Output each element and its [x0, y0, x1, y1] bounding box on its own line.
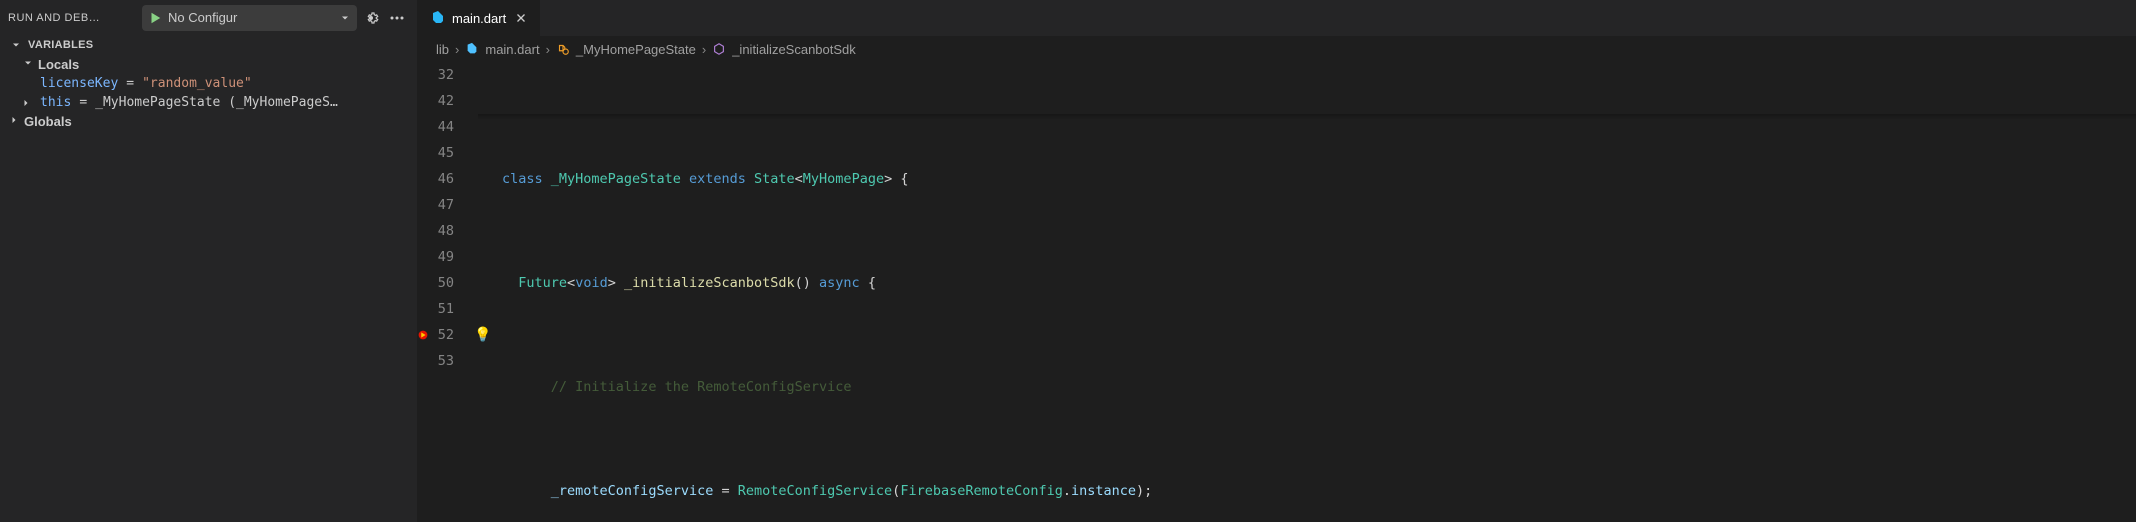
- dart-file-icon: [430, 10, 446, 26]
- variable-row[interactable]: licenseKey = "random_value": [0, 74, 417, 93]
- class-icon: [556, 42, 570, 56]
- chevron-right-icon: [8, 114, 20, 129]
- line-number: 44: [418, 114, 462, 140]
- line-number: 50: [418, 270, 462, 296]
- config-name: No Configur: [168, 10, 333, 25]
- dart-file-icon: [465, 42, 479, 56]
- variables-section-header[interactable]: VARIABLES: [0, 35, 417, 55]
- line-number: 53: [418, 348, 462, 374]
- settings-gear-button[interactable]: [359, 6, 383, 30]
- locals-label: Locals: [38, 57, 79, 72]
- var-name: licenseKey: [40, 76, 118, 91]
- breadcrumb: lib › main.dart › _MyHomePageState › _in…: [418, 36, 2136, 62]
- chevron-down-icon: [22, 57, 34, 72]
- run-debug-title: RUN AND DEB…: [8, 12, 138, 24]
- code-line: _remoteConfigService = RemoteConfigServi…: [502, 478, 2136, 504]
- breadcrumb-class[interactable]: _MyHomePageState: [556, 42, 696, 57]
- chevron-right-icon: ›: [455, 42, 459, 57]
- line-number: 51: [418, 296, 462, 322]
- code-line: // Initialize the RemoteConfigService: [502, 374, 2136, 400]
- var-value: _MyHomePageState (_MyHomePageS…: [95, 95, 338, 110]
- chevron-down-icon: [8, 39, 24, 51]
- line-number: 32: [418, 62, 462, 88]
- line-number: 52 💡: [418, 322, 462, 348]
- editor-tab[interactable]: main.dart: [418, 0, 541, 36]
- config-dropdown[interactable]: No Configur: [142, 5, 357, 31]
- breakpoint-icon[interactable]: [418, 328, 430, 342]
- line-number: 48: [418, 218, 462, 244]
- chevron-right-icon: ›: [702, 42, 706, 57]
- variable-row[interactable]: this = _MyHomePageState (_MyHomePageS…: [0, 93, 417, 112]
- sidebar-header: RUN AND DEB… No Configur: [0, 0, 417, 35]
- code-line: class _MyHomePageState extends State<MyH…: [502, 166, 2136, 192]
- more-actions-button[interactable]: [385, 6, 409, 30]
- var-name: this: [40, 95, 71, 110]
- chevron-right-icon: ›: [546, 42, 550, 57]
- var-eq: =: [79, 95, 87, 110]
- editor-group: main.dart lib › main.dart › _MyHomePageS…: [418, 0, 2136, 522]
- method-icon: [712, 42, 726, 56]
- code-editor[interactable]: 32 42 44 45 46 47 48 49 50 51 52 💡 53 cl…: [418, 62, 2136, 522]
- line-gutter: 32 42 44 45 46 47 48 49 50 51 52 💡 53: [418, 62, 478, 522]
- chevron-right-icon: [20, 97, 36, 109]
- tab-filename: main.dart: [452, 11, 506, 26]
- play-icon: [148, 11, 162, 25]
- lightbulb-icon[interactable]: 💡: [474, 322, 491, 348]
- var-value: "random_value": [142, 76, 252, 91]
- code-content[interactable]: class _MyHomePageState extends State<MyH…: [478, 62, 2136, 522]
- line-number: 46: [418, 166, 462, 192]
- var-eq: =: [126, 76, 134, 91]
- line-number: 47: [418, 192, 462, 218]
- breadcrumb-folder[interactable]: lib: [436, 42, 449, 57]
- debug-sidebar: RUN AND DEB… No Configur VARIABLES: [0, 0, 418, 522]
- globals-scope[interactable]: Globals: [0, 112, 417, 131]
- code-line: Future<void> _initializeScanbotSdk() asy…: [502, 270, 2136, 296]
- variables-section-title: VARIABLES: [28, 39, 93, 51]
- locals-scope[interactable]: Locals: [0, 55, 417, 74]
- line-number: 45: [418, 140, 462, 166]
- globals-label: Globals: [24, 114, 72, 129]
- tab-bar: main.dart: [418, 0, 2136, 36]
- line-number: 49: [418, 244, 462, 270]
- chevron-down-icon: [339, 12, 351, 24]
- debug-controls: No Configur: [142, 5, 409, 31]
- close-tab-button[interactable]: [512, 9, 530, 27]
- line-number: 42: [418, 88, 462, 114]
- breadcrumb-method[interactable]: _initializeScanbotSdk: [712, 42, 856, 57]
- breadcrumb-file[interactable]: main.dart: [465, 42, 539, 57]
